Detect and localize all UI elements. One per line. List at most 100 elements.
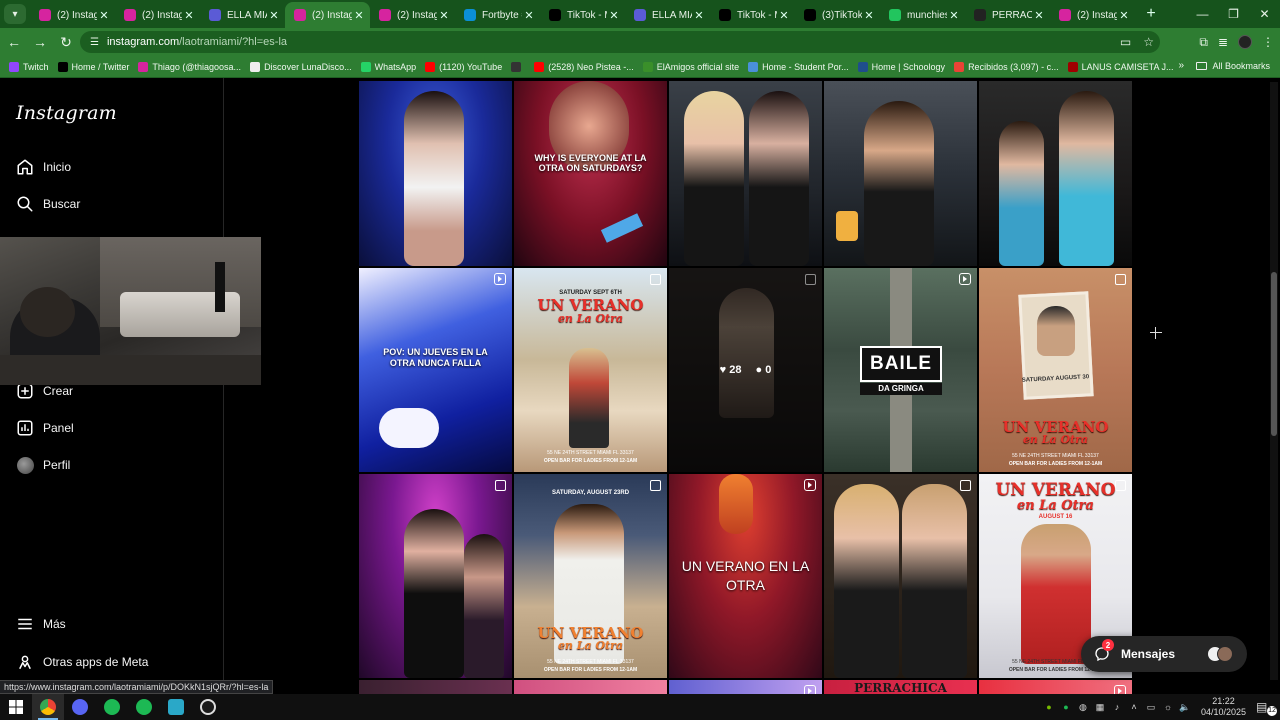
scrollbar-thumb[interactable] xyxy=(1271,272,1277,436)
media-controls-icon[interactable]: ≣ xyxy=(1218,35,1228,49)
browser-tab[interactable]: (2) Instagr✕ xyxy=(370,2,455,28)
grid-post-12[interactable]: SATURDAY, AUGUST 23RD UN VERANO en La Ot… xyxy=(514,474,667,678)
browser-tab[interactable]: (2) Instagr✕ xyxy=(1050,2,1135,28)
bookmark-item[interactable]: (2528) Neo Pistea -... xyxy=(534,61,634,72)
browser-tab[interactable]: munchies ✕ xyxy=(880,2,965,28)
minimize-button[interactable]: — xyxy=(1187,0,1218,28)
sidebar-item-inicio[interactable]: Inicio xyxy=(16,158,71,176)
grid-post-11[interactable] xyxy=(359,474,512,678)
cast-icon[interactable]: ▭ xyxy=(1120,35,1131,49)
close-tab-icon[interactable]: ✕ xyxy=(1117,9,1131,22)
taskbar-spotify-2[interactable] xyxy=(128,694,160,720)
close-tab-icon[interactable]: ✕ xyxy=(267,9,281,22)
bookmark-item[interactable]: Home | Schoology xyxy=(857,61,945,72)
profile-avatar-chrome[interactable] xyxy=(1238,35,1252,49)
address-bar[interactable]: ☰ instagram.com/laotramiami/?hl=es-la ▭ … xyxy=(80,31,1160,53)
maximize-button[interactable]: ❐ xyxy=(1218,0,1249,28)
grid-post-7[interactable]: SATURDAY SEPT 6TH UN VERANO en La Otra 5… xyxy=(514,268,667,472)
bookmark-item[interactable]: WhatsApp xyxy=(360,61,416,72)
taskbar-chrome[interactable] xyxy=(32,694,64,720)
taskbar-spotify[interactable] xyxy=(96,694,128,720)
reload-button[interactable]: ↻ xyxy=(54,30,78,54)
network-icon[interactable]: ▭ xyxy=(1146,702,1156,712)
sidebar-item-otras-apps[interactable]: Otras apps de Meta xyxy=(16,653,148,671)
close-tab-icon[interactable]: ✕ xyxy=(97,9,111,22)
close-tab-icon[interactable]: ✕ xyxy=(352,9,366,22)
nvidia-icon[interactable]: ● xyxy=(1044,702,1054,712)
bookmark-item[interactable] xyxy=(511,61,525,72)
close-tab-icon[interactable]: ✕ xyxy=(522,9,536,22)
microphone-icon[interactable]: ♪ xyxy=(1112,702,1122,712)
bookmark-item[interactable]: Home - Student Por... xyxy=(748,61,849,72)
close-window-button[interactable]: ✕ xyxy=(1249,0,1280,28)
bookmark-item[interactable]: (1120) YouTube xyxy=(425,61,502,72)
grid-post-8[interactable]: ♥ 28 ● 0 xyxy=(669,268,822,472)
grid-post-5[interactable] xyxy=(979,81,1132,266)
taskbar-clock[interactable]: 21:22 04/10/2025 xyxy=(1201,696,1246,718)
close-tab-icon[interactable]: ✕ xyxy=(692,9,706,22)
bookmark-item[interactable]: ElAmigos official site xyxy=(642,61,739,72)
grid-post-13[interactable]: UN VERANO EN LA OTRA xyxy=(669,474,822,678)
browser-tab[interactable]: PERRACHI✕ xyxy=(965,2,1050,28)
sidebar-item-panel[interactable]: Panel xyxy=(16,419,74,437)
close-tab-icon[interactable]: ✕ xyxy=(182,9,196,22)
browser-tab[interactable]: (2) Instagr✕ xyxy=(115,2,200,28)
forward-button[interactable]: → xyxy=(28,30,52,54)
start-button[interactable] xyxy=(0,694,32,720)
new-tab-button[interactable]: + xyxy=(1141,5,1161,23)
bookmark-item[interactable]: LANUS CAMISETA J... xyxy=(1067,61,1173,72)
bookmark-item[interactable]: Thiago (@thiagoosa... xyxy=(138,61,241,72)
bookmark-star-icon[interactable]: ☆ xyxy=(1143,35,1154,49)
chevron-up-icon[interactable]: ˄ xyxy=(1129,702,1139,712)
all-bookmarks-button[interactable]: All Bookmarks xyxy=(1196,61,1270,71)
volume-icon[interactable]: 🔈 xyxy=(1179,702,1190,712)
bookmark-item[interactable]: Home / Twitter xyxy=(57,61,129,72)
close-tab-icon[interactable]: ✕ xyxy=(777,9,791,22)
taskbar-discord[interactable] xyxy=(64,694,96,720)
browser-tab[interactable]: ELLA MIAM✕ xyxy=(625,2,710,28)
close-tab-icon[interactable]: ✕ xyxy=(862,9,876,22)
bookmark-item[interactable]: Twitch xyxy=(9,61,49,72)
taskbar-app[interactable] xyxy=(160,694,192,720)
spotify-tray-icon[interactable]: ● xyxy=(1061,702,1071,712)
sidebar-item-perfil[interactable]: Perfil xyxy=(16,456,70,474)
site-info-icon[interactable]: ☰ xyxy=(90,37,99,48)
grid-post-10[interactable]: SATURDAY AUGUST 30 UN VERANO en La Otra … xyxy=(979,268,1132,472)
bookmarks-overflow-button[interactable]: » xyxy=(1178,60,1184,71)
sidebar-item-mas[interactable]: Más xyxy=(16,615,66,633)
dashboard-icon xyxy=(16,419,34,437)
tray-app-icon[interactable]: ▦ xyxy=(1095,702,1105,712)
bookmark-item[interactable]: Discover LunaDisco... xyxy=(250,61,352,72)
browser-tab[interactable]: ELLA MIAM✕ xyxy=(200,2,285,28)
browser-tab[interactable]: TikTok - M✕ xyxy=(540,2,625,28)
bookmark-item[interactable]: Recibidos (3,097) - c... xyxy=(954,61,1059,72)
browser-tab[interactable]: (2) Instagr✕ xyxy=(285,2,370,28)
close-tab-icon[interactable]: ✕ xyxy=(437,9,451,22)
instagram-logo[interactable]: Instagram xyxy=(16,102,117,124)
back-button[interactable]: ← xyxy=(2,30,26,54)
taskbar-obs[interactable] xyxy=(192,694,224,720)
grid-post-14[interactable] xyxy=(824,474,977,678)
tab-search-button[interactable]: ▾ xyxy=(4,4,26,24)
grid-post-3[interactable] xyxy=(669,81,822,266)
browser-tab[interactable]: (2) Instagr✕ xyxy=(30,2,115,28)
fortbyte-icon xyxy=(464,9,476,21)
browser-tab[interactable]: TikTok - M✕ xyxy=(710,2,795,28)
messages-button[interactable]: 2 Mensajes xyxy=(1081,636,1247,672)
grid-post-6[interactable]: POV: UN JUEVES EN LA OTRA NUNCA FALLA xyxy=(359,268,512,472)
steam-icon[interactable]: ◍ xyxy=(1078,702,1088,712)
grid-post-2[interactable]: WHY IS EVERYONE AT LA OTRA ON SATURDAYS? xyxy=(514,81,667,266)
notification-center-button[interactable]: ▤ 12 xyxy=(1256,700,1280,716)
browser-tab[interactable]: (3)TikTok ✕ xyxy=(795,2,880,28)
extensions-icon[interactable]: ⧉ xyxy=(1199,35,1208,50)
close-tab-icon[interactable]: ✕ xyxy=(607,9,621,22)
grid-post-1[interactable] xyxy=(359,81,512,266)
close-tab-icon[interactable]: ✕ xyxy=(947,9,961,22)
sidebar-item-buscar[interactable]: Buscar xyxy=(16,195,80,213)
grid-post-4[interactable] xyxy=(824,81,977,266)
browser-tab[interactable]: Fortbyte #✕ xyxy=(455,2,540,28)
weather-icon[interactable]: ☼ xyxy=(1163,702,1173,712)
grid-post-9[interactable]: BAILE DA GRINGA xyxy=(824,268,977,472)
close-tab-icon[interactable]: ✕ xyxy=(1032,9,1046,22)
more-menu-icon[interactable]: ⋮ xyxy=(1262,35,1274,49)
